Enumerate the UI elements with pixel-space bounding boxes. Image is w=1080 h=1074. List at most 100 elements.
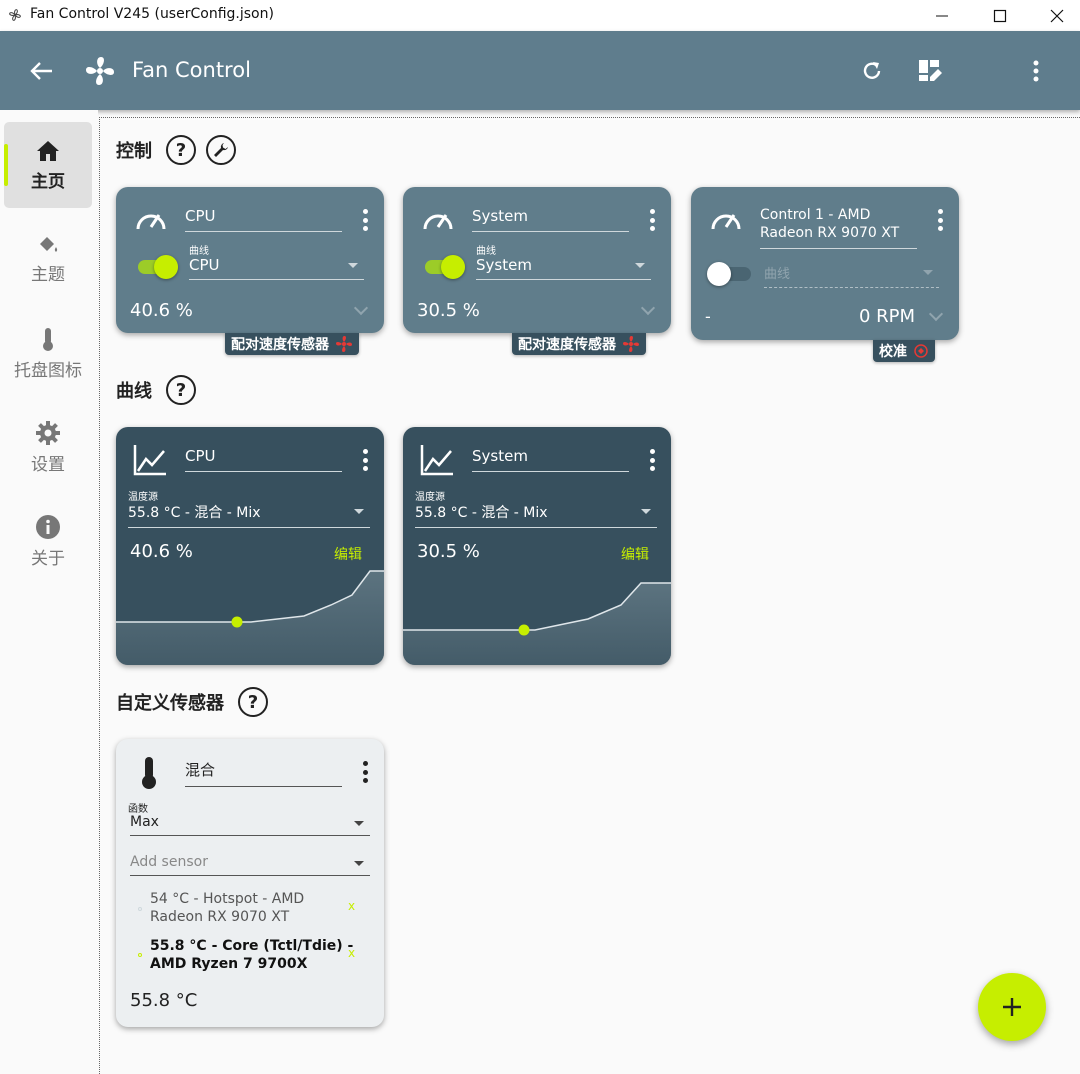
- chevron-down-icon[interactable]: [928, 306, 944, 322]
- section-title: 自定义传感器: [116, 693, 224, 714]
- curve-select[interactable]: CPU: [189, 256, 364, 280]
- control-name[interactable]: Control 1 - AMD Radeon RX 9070 XT: [760, 206, 917, 249]
- sidebar-item-label: 主题: [31, 264, 65, 285]
- close-button[interactable]: [1027, 0, 1080, 31]
- source-value: 55.8 °C - 混合 - Mix: [128, 505, 261, 521]
- gear-icon: [36, 420, 60, 445]
- fan-red-icon: [623, 336, 639, 352]
- window-titlebar: Fan Control V245 (userConfig.json): [0, 0, 1080, 31]
- sensor-list-item: 54 °C - Hotspot - AMD Radeon RX 9070 XT: [150, 891, 305, 925]
- more-vert-icon: [1033, 60, 1039, 82]
- source-label: 温度源: [128, 492, 158, 503]
- curve-name[interactable]: CPU: [185, 447, 342, 472]
- sidebar-item-about[interactable]: 关于: [4, 504, 92, 578]
- sidebar-item-tray-icon[interactable]: 托盘图标: [4, 316, 92, 390]
- control-card-system: System 曲线 System 30.5 %: [403, 187, 671, 333]
- function-select[interactable]: Max: [130, 814, 370, 836]
- curve-select-value: System: [476, 256, 532, 274]
- sidebar-item-theme[interactable]: 主题: [4, 222, 92, 296]
- control-menu-button[interactable]: [649, 209, 655, 231]
- control-value: 30.5 %: [417, 300, 480, 321]
- dropdown-arrow-icon: [923, 270, 933, 275]
- dashboard-edit-icon: [919, 60, 942, 81]
- remove-sensor-button[interactable]: x: [348, 946, 355, 960]
- section-title: 控制: [116, 141, 152, 162]
- chart-line-icon: [133, 445, 166, 476]
- chevron-down-icon[interactable]: [353, 300, 369, 316]
- control-enable-toggle[interactable]: [425, 255, 465, 279]
- control-enable-toggle[interactable]: [707, 262, 751, 286]
- curve-name[interactable]: System: [472, 447, 629, 472]
- fan-red-icon: [336, 336, 352, 352]
- control-value-left: -: [705, 307, 711, 326]
- temperature-source-select[interactable]: 55.8 °C - 混合 - Mix: [415, 502, 657, 528]
- dropdown-arrow-icon: [354, 509, 364, 514]
- sensor-name[interactable]: 混合: [185, 759, 342, 787]
- thermometer-icon: [142, 757, 156, 789]
- plus-icon: [1003, 998, 1021, 1016]
- curve-menu-button[interactable]: [362, 449, 368, 471]
- sidebar-item-label: 关于: [31, 548, 65, 569]
- sidebar-item-label: 设置: [31, 454, 65, 475]
- function-value: Max: [130, 814, 159, 830]
- curve-value: 40.6 %: [130, 541, 193, 562]
- app-title: Fan Control: [132, 58, 251, 82]
- dashboard-edit-button[interactable]: [914, 55, 946, 87]
- current-point-marker: [518, 624, 530, 636]
- back-button[interactable]: [24, 55, 58, 87]
- curve-graph[interactable]: [403, 567, 671, 665]
- pair-speed-sensor-button[interactable]: 配对速度传感器: [512, 333, 646, 355]
- pair-speed-sensor-button[interactable]: 配对速度传感器: [225, 333, 359, 355]
- calibrate-button[interactable]: 校准: [873, 340, 935, 362]
- wrench-icon: [214, 143, 228, 157]
- wrench-button[interactable]: [206, 135, 236, 165]
- edit-curve-link[interactable]: 编辑: [334, 544, 362, 564]
- window-title: Fan Control V245 (userConfig.json): [30, 6, 274, 22]
- sidebar: 主页 主题 托盘图标 设置 关于: [0, 110, 98, 1074]
- help-icon[interactable]: ?: [238, 687, 268, 717]
- curve-select[interactable]: System: [476, 256, 651, 280]
- curve-label: 曲线: [189, 246, 209, 257]
- curve-graph[interactable]: [116, 567, 384, 665]
- control-name[interactable]: System: [472, 207, 629, 232]
- temperature-source-select[interactable]: 55.8 °C - 混合 - Mix: [128, 502, 370, 528]
- control-menu-button[interactable]: [362, 209, 368, 231]
- speedometer-icon: [711, 214, 741, 230]
- add-sensor-select[interactable]: Add sensor: [130, 854, 370, 876]
- edit-curve-link[interactable]: 编辑: [621, 544, 649, 564]
- sidebar-item-settings[interactable]: 设置: [4, 410, 92, 484]
- chevron-down-icon[interactable]: [640, 300, 656, 316]
- curve-select-disabled: 曲线: [764, 263, 939, 288]
- remove-sensor-button[interactable]: x: [348, 899, 355, 913]
- app-bar: Fan Control: [0, 31, 1080, 110]
- toggle-knob: [441, 255, 465, 279]
- minimize-button[interactable]: [912, 0, 972, 31]
- control-name[interactable]: CPU: [185, 207, 342, 232]
- minimize-icon: [936, 15, 948, 16]
- curve-label: 曲线: [476, 246, 496, 257]
- help-icon[interactable]: ?: [166, 375, 196, 405]
- maximize-button[interactable]: [970, 0, 1030, 31]
- speedometer-icon: [423, 214, 453, 230]
- sensor-list-item: 55.8 °C - Core (Tctl/Tdie) - AMD Ryzen 7…: [150, 938, 354, 972]
- toggle-knob: [154, 255, 178, 279]
- sensor-menu-button[interactable]: [362, 761, 368, 783]
- control-card-gpu: Control 1 - AMD Radeon RX 9070 XT 曲线 - 0…: [691, 187, 959, 340]
- fan-logo-icon: [86, 57, 114, 85]
- speedometer-icon: [136, 214, 166, 230]
- control-enable-toggle[interactable]: [138, 255, 178, 279]
- refresh-icon: [863, 62, 881, 79]
- chart-line-icon: [420, 445, 453, 476]
- home-icon: [37, 140, 59, 161]
- more-menu-button[interactable]: [1022, 55, 1050, 87]
- control-menu-button[interactable]: [937, 209, 943, 231]
- calibrate-icon: [914, 344, 928, 358]
- curve-menu-button[interactable]: [649, 449, 655, 471]
- sidebar-item-home[interactable]: 主页: [4, 122, 92, 208]
- function-label: 函数: [128, 804, 148, 815]
- help-icon[interactable]: ?: [166, 135, 196, 165]
- add-fab-button[interactable]: [978, 973, 1046, 1041]
- sidebar-item-label: 托盘图标: [14, 360, 82, 381]
- refresh-button[interactable]: [856, 55, 888, 87]
- dropdown-arrow-icon: [354, 821, 364, 826]
